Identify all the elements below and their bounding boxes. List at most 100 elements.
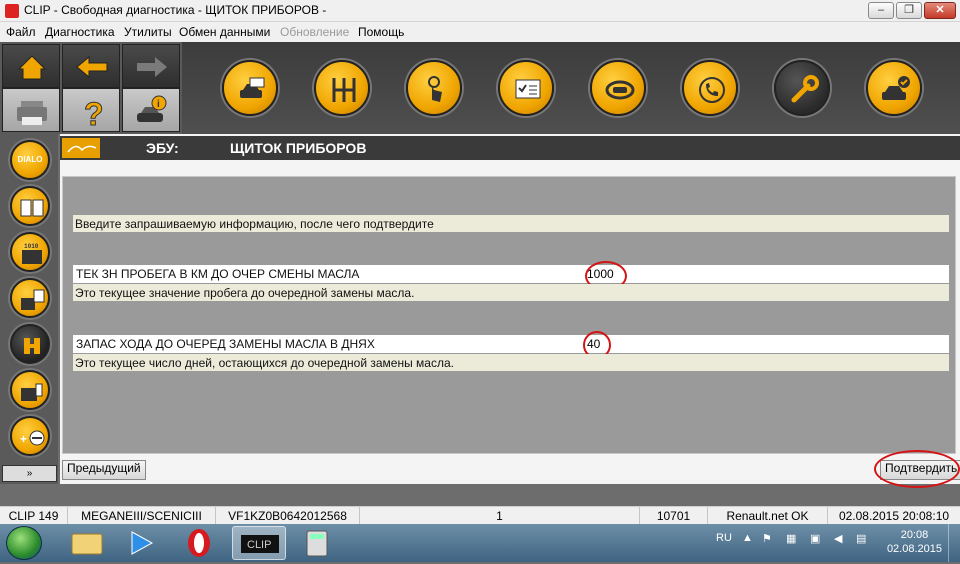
ecu-checklist-icon: [21, 289, 45, 310]
help-button[interactable]: ?: [62, 88, 120, 133]
status-network: Renault.net OK: [708, 507, 828, 525]
status-bar: CLIP 149 MEGANEIII/SCENICIII VF1KZ0B0642…: [0, 506, 960, 525]
svg-text:1010: 1010: [24, 243, 39, 250]
touch-button[interactable]: [406, 60, 462, 116]
dialog-label: DIALO: [17, 155, 43, 164]
explorer-task[interactable]: [60, 526, 114, 560]
ecu-program-icon: [21, 383, 43, 401]
media-player-task[interactable]: [116, 526, 170, 560]
checklist-button[interactable]: [498, 60, 554, 116]
ecu-data-button[interactable]: 1010: [10, 232, 50, 272]
status-datetime: 02.08.2015 20:08:10: [838, 509, 950, 523]
diagnostic-car-button[interactable]: [590, 60, 646, 116]
network-icon[interactable]: ▣: [810, 532, 820, 545]
plus-minus-icon: +: [20, 430, 45, 446]
param-mileage-label: ТЕК ЗН ПРОБЕГА В КМ ДО ОЧЕР СМЕНЫ МАСЛА: [76, 267, 360, 281]
status-count: 1: [360, 507, 640, 525]
back-button[interactable]: [62, 44, 120, 88]
ecu-selected-icon: [24, 338, 40, 354]
forward-button[interactable]: [122, 44, 180, 88]
tray-app-icon[interactable]: ▤: [856, 532, 866, 545]
param-days-row: ЗАПАС ХОДА ДО ОЧЕРЕД ЗАМЕНЫ МАСЛА В ДНЯХ: [73, 335, 949, 353]
svg-text:i: i: [157, 99, 160, 110]
car-info-button[interactable]: i: [122, 88, 180, 132]
checklist-icon: [515, 79, 541, 99]
instruction-text: Введите запрашиваемую информацию, после …: [73, 215, 949, 232]
flag-icon[interactable]: ⚑: [762, 532, 772, 545]
car-check-icon: [882, 76, 910, 100]
clock-date: 02.08.2015: [886, 543, 942, 555]
menu-file[interactable]: Файл: [6, 25, 36, 39]
taskbar: CLIP RU ▲ ⚑ ▦ ▣ ◀ ▤ 20:08 02.08.2015: [0, 524, 960, 562]
param-days-label: ЗАПАС ХОДА ДО ОЧЕРЕД ЗАМЕНЫ МАСЛА В ДНЯХ: [76, 337, 375, 351]
opera-icon: [188, 529, 210, 557]
ecu-selected-button[interactable]: [10, 324, 50, 364]
status-clip-version: CLIP 149: [0, 507, 68, 525]
touch-icon: [428, 76, 442, 102]
param-days-description: Это текущее число дней, остающихся до оч…: [73, 354, 949, 371]
phone-support-button[interactable]: [682, 60, 738, 116]
red-annotation-circle: [874, 450, 960, 488]
status-vin: VF1KZ0B0642012568: [216, 507, 360, 525]
folder-icon: [71, 533, 103, 555]
show-desktop-button[interactable]: [948, 524, 960, 562]
vehicle-id-icon: [240, 77, 265, 98]
sidebar: DIALO 1010 +: [0, 134, 58, 484]
calculator-icon: [306, 530, 328, 557]
ecu-program-button[interactable]: [10, 370, 50, 410]
tray-expand-icon[interactable]: ▲: [742, 532, 753, 544]
sidebar-scroll-down-button[interactable]: »: [2, 465, 57, 482]
window-title: CLIP - Свободная диагностика - ЩИТОК ПРИ…: [24, 3, 327, 17]
menu-help[interactable]: Помощь: [358, 25, 404, 39]
status-code: 10701: [640, 507, 708, 525]
calculator-task[interactable]: [290, 526, 344, 560]
home-button[interactable]: [2, 44, 60, 88]
wrench-icon: [791, 75, 819, 103]
arrow-right-icon: [137, 57, 167, 77]
param-mileage-description: Это текущее значение пробега до очередно…: [73, 284, 949, 301]
menu-utilities[interactable]: Утилиты: [124, 25, 172, 39]
ecu-label: ЭБУ:: [146, 140, 179, 156]
close-button[interactable]: ✕: [924, 2, 956, 19]
clip-task[interactable]: CLIP: [232, 526, 286, 560]
diagnostic-car-icon: [605, 80, 635, 100]
print-button[interactable]: [2, 88, 60, 132]
ecu-checklist-button[interactable]: [10, 278, 50, 318]
gearbox-icon: [332, 78, 356, 102]
clip-app-icon: [5, 4, 19, 18]
vehicle-id-button[interactable]: [222, 60, 278, 116]
dialog-button[interactable]: DIALO: [10, 140, 50, 180]
ecu-data-icon: 1010: [22, 243, 42, 264]
form-panel: Введите запрашиваемую информацию, после …: [62, 176, 956, 454]
ecu-name: ЩИТОК ПРИБОРОВ: [230, 140, 367, 156]
language-indicator[interactable]: RU: [716, 532, 732, 544]
minimize-button[interactable]: –: [868, 2, 894, 19]
car-info-icon: i: [137, 95, 167, 122]
volume-icon[interactable]: ◀: [834, 532, 842, 545]
taskbar-clock[interactable]: 20:08 02.08.2015: [887, 528, 942, 556]
plus-minus-button[interactable]: +: [10, 416, 50, 456]
start-button[interactable]: [6, 526, 42, 560]
menu-diagnostics[interactable]: Диагностика: [45, 25, 115, 39]
wrench-button[interactable]: [774, 60, 830, 116]
help-icon: ?: [84, 96, 105, 133]
svg-text:+: +: [20, 432, 27, 446]
menu-data-exchange[interactable]: Обмен данными: [179, 25, 270, 39]
gearbox-button[interactable]: [314, 60, 370, 116]
status-vehicle: MEGANEIII/SCENICIII: [68, 507, 216, 525]
menu-bar: Файл Диагностика Утилиты Обмен данными О…: [0, 22, 960, 42]
renault-wing-logo: [62, 138, 100, 158]
ribbon: [182, 42, 960, 134]
opera-task[interactable]: [172, 526, 226, 560]
svg-text:?: ?: [84, 96, 104, 132]
book-button[interactable]: [10, 186, 50, 226]
menu-update: Обновление: [280, 25, 350, 39]
car-check-button[interactable]: [866, 60, 922, 116]
main-content: ЭБУ: ЩИТОК ПРИБОРОВ Введите запрашиваему…: [60, 134, 960, 488]
clock-time: 20:08: [900, 529, 929, 541]
phone-support-icon: [699, 77, 725, 103]
windows-update-icon[interactable]: ▦: [786, 532, 796, 545]
previous-button[interactable]: Предыдущий: [62, 460, 146, 480]
play-icon: [131, 531, 154, 555]
restore-button[interactable]: ❐: [896, 2, 922, 19]
